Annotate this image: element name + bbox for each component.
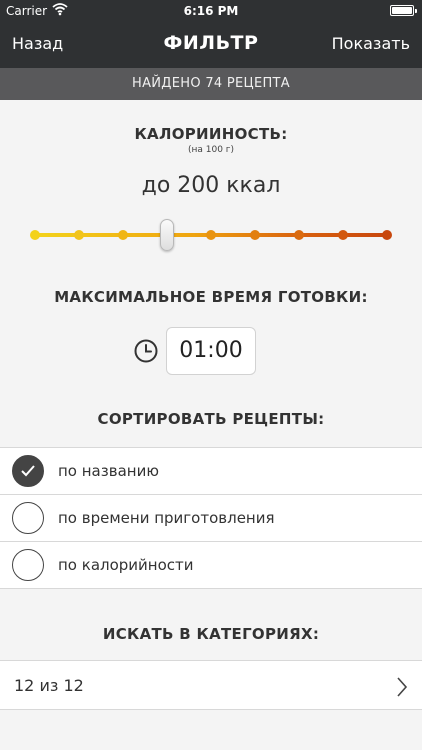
slider-step-dot: [250, 230, 260, 240]
chevron-right-icon: [396, 676, 408, 702]
slider-step-dot: [338, 230, 348, 240]
radio-empty-icon: [12, 502, 44, 534]
slider-thumb[interactable]: [160, 219, 174, 251]
sort-title: СОРТИРОВАТЬ РЕЦЕПТЫ:: [97, 410, 325, 428]
status-bar: Carrier 6:16 PM: [0, 0, 422, 22]
sort-option-by-time[interactable]: по времени приготовления: [0, 495, 422, 542]
sort-option-by-name[interactable]: по названию: [0, 448, 422, 495]
calories-title: КАЛОРИИНОСТЬ:: [134, 125, 288, 143]
sort-option-label: по названию: [58, 462, 159, 480]
battery-icon: [390, 5, 417, 16]
slider-step-dot: [118, 230, 128, 240]
calorie-value: до 200 ккал: [141, 173, 281, 198]
slider-step-dot: [30, 230, 40, 240]
sort-option-label: по времени приготовления: [58, 509, 275, 527]
cook-time-title: МАКСИМАЛЬНОЕ ВРЕМЯ ГОТОВКИ:: [54, 288, 368, 306]
navigation-bar: Назад ФИЛЬТР Показать: [0, 22, 422, 68]
sort-options-list: по названию по времени приготовления по …: [0, 447, 422, 589]
status-time: 6:16 PM: [183, 4, 239, 18]
slider-step-dot: [294, 230, 304, 240]
categories-value: 12 из 12: [14, 676, 84, 695]
radio-empty-icon: [12, 549, 44, 581]
clock-icon: [134, 339, 158, 363]
categories-row[interactable]: 12 из 12: [0, 660, 422, 710]
calorie-slider[interactable]: [30, 219, 392, 251]
sort-option-label: по калорийности: [58, 556, 194, 574]
checkmark-icon: [12, 455, 44, 487]
sort-option-by-calories[interactable]: по калорийности: [0, 542, 422, 589]
found-count-banner: НАЙДЕНО 74 РЕЦЕПТА: [0, 68, 422, 100]
slider-step-dot: [206, 230, 216, 240]
cook-time-field[interactable]: 01:00: [166, 327, 256, 375]
slider-step-dot: [74, 230, 84, 240]
calories-note: (на 100 г): [187, 145, 235, 155]
slider-step-dot: [382, 230, 392, 240]
show-button[interactable]: Показать: [332, 34, 410, 53]
categories-title: ИСКАТЬ В КАТЕГОРИЯХ:: [102, 625, 320, 643]
